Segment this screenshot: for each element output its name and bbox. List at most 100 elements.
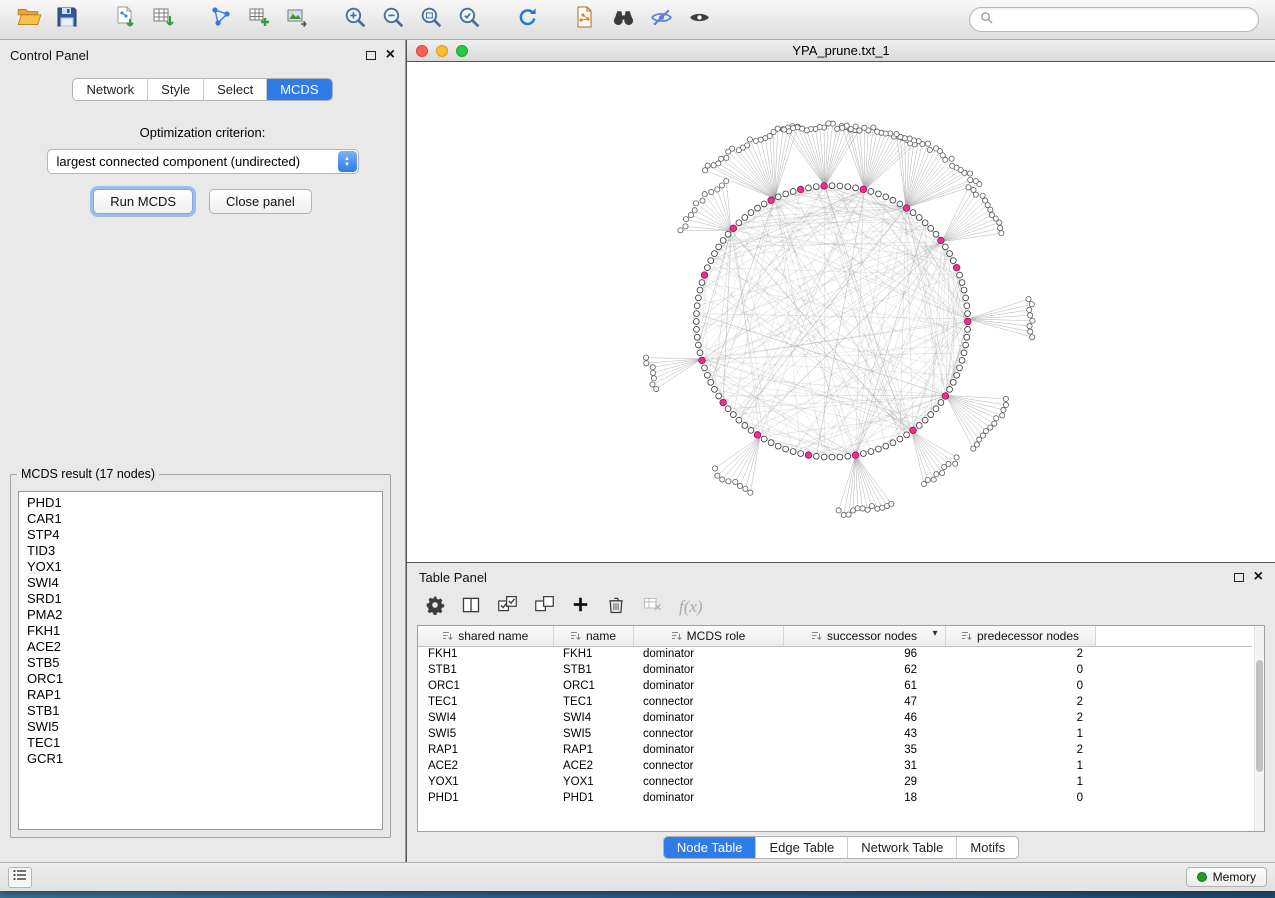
result-item[interactable]: SWI5 <box>19 719 382 735</box>
new-table-icon <box>247 5 271 34</box>
tab-mcds[interactable]: MCDS <box>266 79 331 100</box>
memory-button[interactable]: Memory <box>1186 867 1267 887</box>
table-toolbar: f(x) <box>407 589 1275 625</box>
select-all-columns-button[interactable] <box>497 594 518 620</box>
result-item[interactable]: ORC1 <box>19 671 382 687</box>
table-header-cell[interactable]: MCDS role <box>633 626 783 646</box>
table-row[interactable]: STB1STB1dominator620 <box>418 662 1252 678</box>
result-item[interactable]: SWI4 <box>19 575 382 591</box>
result-item[interactable]: FKH1 <box>19 623 382 639</box>
result-item[interactable]: YOX1 <box>19 559 382 575</box>
deselect-all-columns-button[interactable] <box>534 594 555 620</box>
tab-node-table[interactable]: Node Table <box>664 837 756 858</box>
mcds-buttons-row: Run MCDS Close panel <box>0 189 405 214</box>
table-row[interactable]: SWI4SWI4dominator462 <box>418 710 1252 726</box>
table-header-cell[interactable]: name <box>553 626 633 646</box>
table-scrollbar-thumb[interactable] <box>1256 660 1263 772</box>
settings-gear-button[interactable] <box>425 595 445 620</box>
float-panel-icon[interactable] <box>366 51 376 60</box>
table-row[interactable]: SWI5SWI5connector431 <box>418 726 1252 742</box>
zoom-in-button[interactable] <box>336 4 374 36</box>
tab-edge-table[interactable]: Edge Table <box>755 837 847 858</box>
share-document-button[interactable] <box>566 4 604 36</box>
zoom-selected-button[interactable] <box>450 4 488 36</box>
result-item[interactable]: ACE2 <box>19 639 382 655</box>
table-row[interactable]: PHD1PHD1dominator180 <box>418 790 1252 806</box>
table-panel: Table Panel × f(x) <box>407 563 1275 862</box>
criterion-select[interactable]: largest connected component (undirected)… <box>47 149 359 174</box>
table-row[interactable]: RAP1RAP1dominator352 <box>418 742 1252 758</box>
network-canvas[interactable] <box>407 62 1275 563</box>
table-header-filler <box>1095 626 1252 646</box>
table-header-cell[interactable]: shared name <box>418 626 553 646</box>
table-header-cell[interactable]: predecessor nodes <box>945 626 1095 646</box>
table-row[interactable]: ORC1ORC1dominator610 <box>418 678 1252 694</box>
table-row[interactable]: YOX1YOX1connector291 <box>418 774 1252 790</box>
zoom-out-button[interactable] <box>374 4 412 36</box>
close-panel-icon[interactable]: × <box>386 47 395 63</box>
new-table-button[interactable] <box>240 4 278 36</box>
tab-network-table[interactable]: Network Table <box>847 837 956 858</box>
table-header-cell[interactable]: successor nodes▾ <box>783 626 945 646</box>
result-item[interactable]: TID3 <box>19 543 382 559</box>
table-row[interactable]: TEC1TEC1connector472 <box>418 694 1252 710</box>
result-item[interactable]: PHD1 <box>19 495 382 511</box>
result-item[interactable]: STB1 <box>19 703 382 719</box>
table-row[interactable]: ACE2ACE2connector311 <box>418 758 1252 774</box>
tab-style[interactable]: Style <box>147 79 203 100</box>
import-table-button[interactable] <box>144 4 182 36</box>
close-table-panel-icon[interactable]: × <box>1254 569 1263 585</box>
result-item[interactable]: CAR1 <box>19 511 382 527</box>
result-item[interactable]: PMA2 <box>19 607 382 623</box>
share-document-icon <box>573 5 597 34</box>
search-box <box>969 7 1259 32</box>
save-button[interactable] <box>48 4 86 36</box>
delete-column-button[interactable] <box>606 595 626 620</box>
save-icon <box>55 5 79 34</box>
result-item[interactable]: RAP1 <box>19 687 382 703</box>
window-close-button[interactable] <box>416 45 428 57</box>
list-icon <box>13 868 27 886</box>
open-folder-button[interactable] <box>10 4 48 36</box>
network-svg <box>407 62 1275 562</box>
zoom-in-icon <box>343 5 368 35</box>
close-panel-button[interactable]: Close panel <box>209 189 312 214</box>
table-scrollbar[interactable] <box>1254 626 1264 831</box>
tab-network[interactable]: Network <box>73 79 147 100</box>
import-network-button[interactable] <box>106 4 144 36</box>
control-panel-titlebar: Control Panel × <box>0 44 405 66</box>
zoom-fit-button[interactable] <box>412 4 450 36</box>
column-menu-icon[interactable]: ▾ <box>932 628 937 639</box>
column-layout-button[interactable] <box>461 595 481 620</box>
result-item[interactable]: STB5 <box>19 655 382 671</box>
show-graphics-details-button[interactable] <box>680 4 718 36</box>
add-column-button[interactable] <box>571 595 590 619</box>
float-table-panel-icon[interactable] <box>1234 573 1244 582</box>
window-minimize-button[interactable] <box>436 45 448 57</box>
run-mcds-button[interactable]: Run MCDS <box>93 189 193 214</box>
mcds-result-fieldset: MCDS result (17 nodes) PHD1CAR1STP4TID3Y… <box>10 467 391 838</box>
result-item[interactable]: STP4 <box>19 527 382 543</box>
table-panel-titlebar: Table Panel × <box>407 565 1275 589</box>
mcds-result-list[interactable]: PHD1CAR1STP4TID3YOX1SWI4SRD1PMA2FKH1ACE2… <box>18 491 383 830</box>
search-input[interactable] <box>999 13 1248 27</box>
tab-motifs[interactable]: Motifs <box>956 837 1018 858</box>
optimization-criterion-label: Optimization criterion: <box>0 125 405 140</box>
export-image-button[interactable] <box>278 4 316 36</box>
show-panel-list-button[interactable] <box>8 867 32 888</box>
main-toolbar <box>0 0 1275 40</box>
zoom-out-icon <box>381 5 406 35</box>
export-image-icon <box>285 5 309 34</box>
table-row[interactable]: FKH1FKH1dominator962 <box>418 646 1252 662</box>
tab-select[interactable]: Select <box>203 79 266 100</box>
result-item[interactable]: TEC1 <box>19 735 382 751</box>
result-item[interactable]: SRD1 <box>19 591 382 607</box>
control-panel: Control Panel × Network Style Select MCD… <box>0 40 406 862</box>
window-maximize-button[interactable] <box>456 45 468 57</box>
deselect-all-icon <box>534 602 555 619</box>
result-item[interactable]: GCR1 <box>19 751 382 767</box>
binoculars-search-button[interactable] <box>604 4 642 36</box>
refresh-button[interactable] <box>508 4 546 36</box>
new-network-button[interactable] <box>202 4 240 36</box>
hide-graphics-details-button[interactable] <box>642 4 680 36</box>
